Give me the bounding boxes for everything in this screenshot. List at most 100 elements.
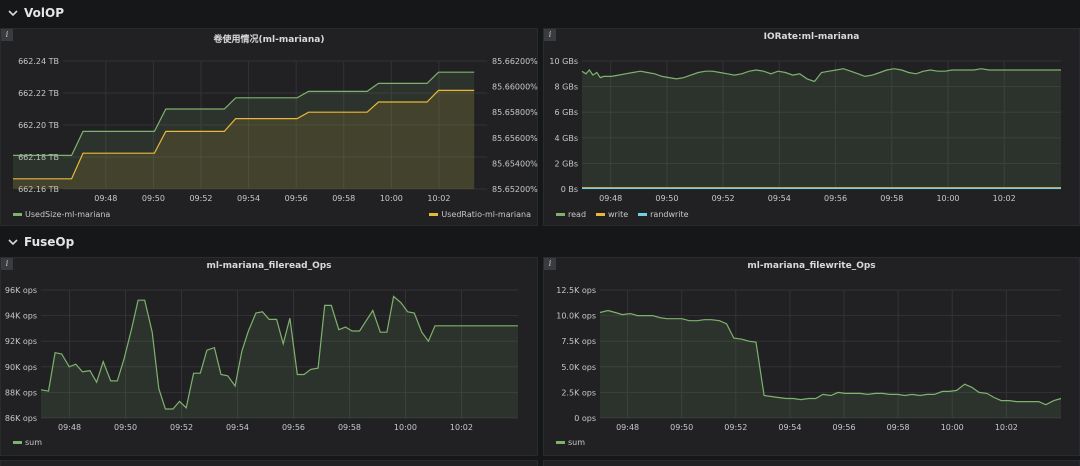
y-tick-label: 8 GBs	[555, 83, 579, 92]
x-tick-label: 09:52	[712, 194, 735, 203]
legend-swatch	[556, 441, 565, 444]
x-tick-label: 10:00	[380, 194, 403, 203]
x-tick-label: 09:48	[616, 423, 639, 432]
x-tick-label: 09:52	[170, 423, 193, 432]
legend-label: sum	[25, 438, 43, 447]
y2-tick-label: 85.66000%	[492, 83, 538, 92]
x-tick-label: 10:00	[936, 194, 959, 203]
x-tick-label: 09:56	[824, 194, 847, 203]
x-tick-label: 09:48	[599, 194, 622, 203]
legend-label: write	[608, 210, 629, 219]
legend-swatch	[13, 213, 22, 216]
legend-item[interactable]: randwrite	[638, 210, 689, 219]
panel-fileread-ops: i ml-mariana_fileread_Ops 86K ops 88K ops…	[0, 257, 538, 456]
legend-item[interactable]: read	[556, 210, 586, 219]
y-tick-label: 0 ops	[574, 414, 596, 423]
legend-left: UsedSize-ml-mariana	[13, 210, 110, 219]
x-tick-label: 09:50	[655, 194, 678, 203]
legend: sum	[556, 438, 585, 447]
series-area-read	[582, 68, 1061, 189]
x-tick-label: 10:00	[394, 423, 417, 432]
legend-swatch	[556, 213, 565, 216]
x-tick-label: 09:58	[880, 194, 903, 203]
legend-item[interactable]: UsedRatio-ml-mariana	[429, 210, 531, 219]
legend-item[interactable]: sum	[13, 438, 42, 447]
legend-label: UsedRatio-ml-mariana	[441, 210, 531, 219]
panel-io-rate: i IORate:ml-mariana 0 Bs 2 GBs 4 GBs 6 GBs 8…	[543, 28, 1080, 226]
panel-next-left	[0, 460, 538, 466]
y-tick-label: 10.0K ops	[556, 312, 596, 321]
x-tick-label: 09:56	[285, 194, 308, 203]
x-tick-label: 09:56	[832, 423, 855, 432]
legend-item[interactable]: UsedSize-ml-mariana	[13, 210, 110, 219]
x-tick-label: 09:52	[724, 423, 747, 432]
x-tick-label: 09:54	[768, 194, 791, 203]
y2-tick-label: 85.65400%	[492, 159, 538, 168]
row-header-fuseop[interactable]: FuseOp	[0, 229, 1080, 255]
y-tick-label: 2.5K ops	[561, 388, 596, 397]
legend-swatch	[638, 213, 648, 216]
panel-next-right	[543, 460, 1080, 466]
x-tick-label: 10:02	[993, 194, 1016, 203]
x-tick-label: 09:58	[332, 194, 355, 203]
x-tick-label: 10:02	[427, 194, 450, 203]
legend-swatch	[596, 213, 606, 216]
legend-swatch	[429, 213, 439, 216]
legend-label: randwrite	[650, 210, 689, 219]
x-tick-label: 09:56	[282, 423, 305, 432]
y-tick-label: 86K ops	[5, 414, 37, 423]
y-tick-label: 662.22 TB	[18, 89, 59, 98]
panel-volume-usage: i 卷使用情况(ml-mariana) 662.16 TB 662.18 TB 66…	[0, 28, 538, 226]
x-tick-label: 09:50	[142, 194, 165, 203]
y-tick-label: 0 Bs	[561, 185, 578, 194]
y2-tick-label: 85.65800%	[492, 108, 538, 117]
y-tick-label: 4 GBs	[555, 134, 579, 143]
y-tick-label: 94K ops	[5, 312, 37, 321]
x-tick-label: 09:50	[670, 423, 693, 432]
y-tick-label: 662.20 TB	[18, 121, 59, 130]
x-tick-label: 09:48	[94, 194, 117, 203]
legend: read write randwrite	[556, 210, 689, 219]
series-area-sum	[41, 296, 518, 418]
row-header-volop[interactable]: VolOP	[0, 0, 1080, 26]
y-tick-label: 90K ops	[5, 363, 37, 372]
x-tick-label: 10:02	[450, 423, 473, 432]
legend-item[interactable]: sum	[556, 438, 585, 447]
series-area-sum	[600, 310, 1061, 418]
y-tick-label: 10 GBs	[549, 57, 578, 66]
legend: sum	[13, 438, 42, 447]
x-tick-label: 09:58	[887, 423, 910, 432]
x-tick-label: 09:54	[237, 194, 260, 203]
chevron-down-icon[interactable]	[6, 235, 20, 249]
filewrite-ops-chart: 0 ops 2.5K ops 5.0K ops 7.5K ops 10.0K ops 12…	[556, 286, 1062, 432]
y-tick-label: 96K ops	[5, 286, 37, 295]
y2-tick-label: 85.65600%	[492, 134, 538, 143]
y-tick-label: 662.24 TB	[18, 57, 59, 66]
y-tick-label: 7.5K ops	[561, 337, 596, 346]
y2-tick-label: 85.66200%	[492, 57, 538, 66]
legend-right: UsedRatio-ml-mariana	[429, 210, 531, 219]
x-tick-label: 09:48	[58, 423, 81, 432]
y-tick-label: 88K ops	[5, 388, 37, 397]
y-tick-label: 92K ops	[5, 337, 37, 346]
legend-label: UsedSize-ml-mariana	[25, 210, 111, 219]
x-tick-label: 10:00	[941, 423, 964, 432]
y-tick-label: 5.0K ops	[561, 363, 596, 372]
row-title: FuseOp	[24, 235, 75, 249]
legend-swatch	[13, 441, 22, 444]
y-tick-label: 6 GBs	[555, 108, 579, 117]
io-rate-chart: 0 Bs 2 GBs 4 GBs 6 GBs 8 GBs 10 GBs 09:48 09:50…	[549, 57, 1061, 203]
legend-label: sum	[568, 438, 586, 447]
x-tick-label: 10:02	[995, 423, 1018, 432]
x-tick-label: 09:54	[778, 423, 801, 432]
x-tick-label: 09:58	[338, 423, 361, 432]
volume-usage-chart: 662.16 TB662.18 TB662.20 TB662.22 TB662.…	[13, 57, 538, 203]
legend-item[interactable]: write	[596, 210, 628, 219]
y2-tick-label: 85.65200%	[492, 185, 538, 194]
chevron-down-icon[interactable]	[6, 6, 20, 20]
x-tick-label: 09:52	[189, 194, 212, 203]
row-title: VolOP	[24, 6, 64, 20]
y-tick-label: 12.5K ops	[556, 286, 596, 295]
legend-label: read	[568, 210, 587, 219]
fileread-ops-chart: 86K ops 88K ops 90K ops 92K ops 94K ops 96K o…	[5, 286, 518, 432]
